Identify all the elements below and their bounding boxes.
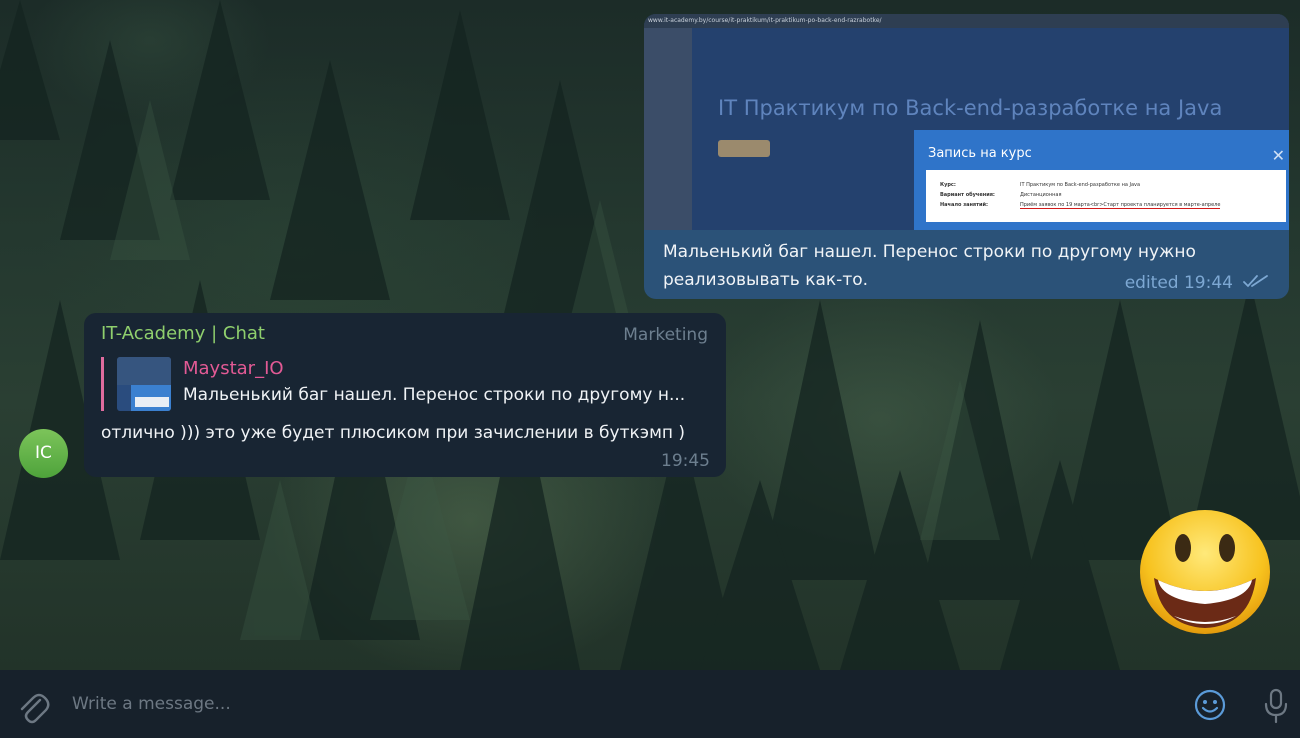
screenshot-modal-body: Курс: IT Практикум по Back-end-разработке… bbox=[926, 170, 1286, 222]
outgoing-message[interactable]: www.it-academy.by/course/it-praktikum/it… bbox=[644, 14, 1289, 299]
grinning-emoji-icon[interactable] bbox=[1138, 508, 1272, 636]
reply-preview[interactable]: Maystar_IO Мальенький баг нашел. Перенос… bbox=[101, 357, 711, 411]
reply-thumbnail bbox=[117, 357, 171, 411]
screenshot-url: www.it-academy.by/course/it-praktikum/it… bbox=[644, 14, 1289, 28]
message-composer bbox=[0, 670, 1300, 738]
avatar[interactable]: IC bbox=[19, 429, 68, 478]
message-time: 19:45 bbox=[661, 451, 710, 471]
screenshot-modal-close-icon: ✕ bbox=[1271, 146, 1285, 165]
smiley-icon[interactable] bbox=[1194, 689, 1226, 721]
reply-text: Мальенький баг нашел. Перенос строки по … bbox=[183, 385, 686, 405]
screenshot-modal-title: Запись на курс bbox=[928, 146, 1032, 161]
screenshot-row: Начало занятий: Приём заявок по 19 марта<… bbox=[940, 202, 1221, 209]
incoming-message-text: отлично ))) это уже будет плюсиком при з… bbox=[101, 423, 686, 443]
screenshot-row: Курс: IT Практикум по Back-end-разработке… bbox=[940, 182, 1141, 188]
microphone-icon[interactable] bbox=[1262, 688, 1290, 724]
screenshot-modal: Запись на курс ✕ Курс: IT Практикум по Ba… bbox=[914, 130, 1289, 230]
sender-name[interactable]: IT-Academy | Chat bbox=[101, 323, 265, 344]
attached-screenshot[interactable]: www.it-academy.by/course/it-praktikum/it… bbox=[644, 14, 1289, 230]
edited-timestamp: edited 19:44 bbox=[1124, 273, 1233, 293]
incoming-message[interactable]: IT-Academy | Chat Marketing Maystar_IO М… bbox=[84, 313, 726, 477]
reply-author: Maystar_IO bbox=[183, 358, 284, 379]
message-input[interactable] bbox=[72, 688, 1172, 720]
double-check-icon bbox=[1243, 275, 1268, 288]
sender-tag: Marketing bbox=[623, 325, 708, 345]
paperclip-icon[interactable] bbox=[18, 692, 50, 726]
screenshot-page-title: IT Практикум по Back-end-разработке на J… bbox=[718, 96, 1223, 120]
screenshot-button bbox=[718, 140, 770, 157]
screenshot-row: Вариант обучения: Дистанционная bbox=[940, 192, 1062, 198]
screenshot-sidebar bbox=[644, 28, 692, 230]
